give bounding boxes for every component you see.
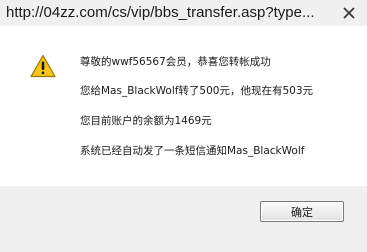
window-title: http://04zz.com/cs/vip/bbs_transfer.asp?… bbox=[6, 4, 315, 21]
close-button[interactable] bbox=[336, 3, 362, 23]
dialog-footer: 确定 bbox=[0, 186, 367, 252]
message-line-balance: 您目前账户的余额为1469元 bbox=[80, 115, 212, 127]
alert-dialog: http://04zz.com/cs/vip/bbs_transfer.asp?… bbox=[0, 0, 367, 252]
ok-button[interactable]: 确定 bbox=[260, 201, 344, 222]
message-area: 尊敬的wwf56567会员，恭喜您转帐成功 您给Mas_BlackWolf转了5… bbox=[0, 26, 367, 186]
message-line-notification: 系统已经自动发了一条短信通知Mas_BlackWolf bbox=[80, 145, 305, 157]
message-line-transfer: 您给Mas_BlackWolf转了500元，他现在有503元 bbox=[80, 85, 314, 97]
title-bar: http://04zz.com/cs/vip/bbs_transfer.asp?… bbox=[0, 0, 367, 26]
warning-icon bbox=[30, 54, 56, 78]
message-line-greeting: 尊敬的wwf56567会员，恭喜您转帐成功 bbox=[80, 56, 271, 68]
close-icon bbox=[343, 7, 355, 19]
